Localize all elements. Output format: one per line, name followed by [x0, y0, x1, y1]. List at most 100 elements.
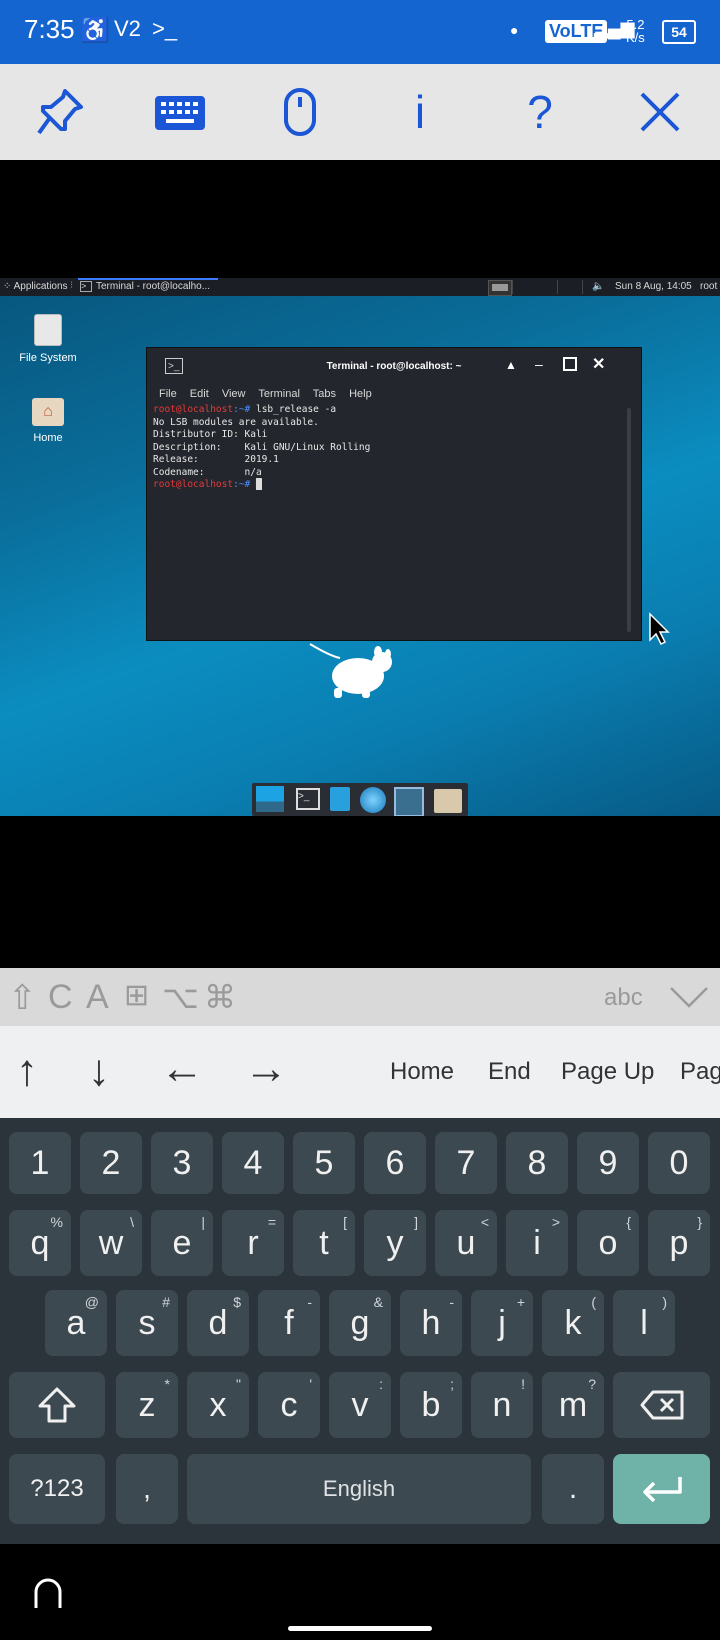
filesystem-label: File System: [19, 352, 77, 364]
key-c[interactable]: c ': [258, 1372, 320, 1438]
dock-files-button[interactable]: [330, 787, 350, 811]
key-l[interactable]: l): [613, 1290, 675, 1356]
key-x[interactable]: x ": [187, 1372, 249, 1438]
menu-help[interactable]: Help: [349, 388, 372, 400]
remote-desktop[interactable]: ⁘ Applications ⁝ > Terminal - root@local…: [0, 278, 720, 816]
key-w[interactable]: w \: [80, 1210, 142, 1276]
backspace-key[interactable]: [613, 1372, 710, 1438]
ctrl-modifier-key[interactable]: C: [48, 978, 73, 1017]
menu-view[interactable]: View: [222, 388, 246, 400]
key-d[interactable]: d $: [187, 1290, 249, 1356]
key-g[interactable]: g &: [329, 1290, 391, 1356]
key-i[interactable]: i >: [506, 1210, 568, 1276]
panel-clock[interactable]: Sun 8 Aug, 14:05: [615, 281, 692, 292]
shift-modifier-key[interactable]: ⇧: [8, 978, 37, 1018]
desktop-icon-home[interactable]: ⌂ Home: [18, 398, 78, 444]
show-desktop-button[interactable]: [256, 786, 284, 812]
enter-key[interactable]: [613, 1454, 710, 1524]
panel-user[interactable]: root: [700, 281, 717, 292]
page-down-key[interactable]: Page Down: [680, 1058, 720, 1085]
info-button[interactable]: i: [390, 84, 450, 140]
key-q[interactable]: q%: [9, 1210, 71, 1276]
menu-file[interactable]: File: [159, 388, 177, 400]
help-button[interactable]: ?: [510, 84, 570, 140]
key-s[interactable]: s #: [116, 1290, 178, 1356]
key-0[interactable]: 0: [648, 1132, 710, 1194]
option-modifier-key[interactable]: ⌥: [162, 978, 199, 1016]
terminal-scrollbar[interactable]: [627, 408, 631, 632]
key-u[interactable]: u <: [435, 1210, 497, 1276]
key-m[interactable]: m?: [542, 1372, 604, 1438]
key-h[interactable]: h-: [400, 1290, 462, 1356]
keyboard-button[interactable]: [150, 84, 210, 140]
dock-folder-button[interactable]: [434, 789, 462, 813]
page-up-key[interactable]: Page Up: [561, 1058, 654, 1086]
arrow-right-key[interactable]: →: [244, 1044, 288, 1094]
symbols-key[interactable]: ?123: [9, 1454, 105, 1524]
home-key[interactable]: Home: [390, 1058, 454, 1086]
windows-modifier-key[interactable]: ⊞: [124, 978, 149, 1013]
abc-toggle[interactable]: abc: [604, 984, 643, 1012]
desktop-icon-filesystem[interactable]: File System: [18, 314, 78, 364]
period-key[interactable]: .: [542, 1454, 604, 1524]
key-1[interactable]: 1: [9, 1132, 71, 1194]
space-key[interactable]: English: [187, 1454, 531, 1524]
close-window-button[interactable]: ✕: [592, 354, 605, 374]
key-v[interactable]: v:: [329, 1372, 391, 1438]
key-t[interactable]: t[: [293, 1210, 355, 1276]
workspace-1[interactable]: [488, 280, 512, 296]
shade-button[interactable]: ▲: [505, 358, 517, 372]
arrow-up-key[interactable]: ↑: [16, 1046, 38, 1096]
dock-browser-button[interactable]: [360, 787, 386, 813]
key-label: s: [138, 1303, 156, 1342]
end-key[interactable]: End: [488, 1058, 531, 1086]
arrow-left-key[interactable]: ←: [160, 1044, 204, 1094]
command-modifier-key[interactable]: ⌘: [204, 978, 236, 1016]
menu-tabs[interactable]: Tabs: [313, 388, 336, 400]
comma-key[interactable]: ,: [116, 1454, 178, 1524]
key-z[interactable]: z *: [116, 1372, 178, 1438]
key-f[interactable]: f-: [258, 1290, 320, 1356]
dock-terminal-button[interactable]: >_: [296, 788, 320, 810]
vnc-toolbar: i ?: [0, 64, 720, 160]
key-9[interactable]: 9: [577, 1132, 639, 1194]
alt-modifier-key[interactable]: A: [86, 978, 109, 1017]
keyboard-switch-icon[interactable]: [32, 1578, 64, 1610]
maximize-button[interactable]: [563, 357, 577, 371]
key-5[interactable]: 5: [293, 1132, 355, 1194]
mouse-button[interactable]: [270, 84, 330, 140]
key-4[interactable]: 4: [222, 1132, 284, 1194]
key-o[interactable]: o{: [577, 1210, 639, 1276]
shift-key[interactable]: [9, 1372, 105, 1438]
key-b[interactable]: b;: [400, 1372, 462, 1438]
key-a[interactable]: a @: [45, 1290, 107, 1356]
key-k[interactable]: k(: [542, 1290, 604, 1356]
dock-search-button[interactable]: [394, 787, 424, 816]
minimize-button[interactable]: –: [535, 356, 543, 372]
key-j[interactable]: j +: [471, 1290, 533, 1356]
volume-icon[interactable]: 🔈: [592, 281, 604, 292]
terminal-window[interactable]: >_ Terminal - root@localhost: ~ ▲ – ✕ Fi…: [146, 347, 642, 641]
applications-menu[interactable]: ⁘ Applications: [3, 281, 68, 292]
terminal-output[interactable]: root@localhost:~# lsb_release -a No LSB …: [153, 404, 370, 492]
key-r[interactable]: r =: [222, 1210, 284, 1276]
menu-edit[interactable]: Edit: [190, 388, 209, 400]
key-p[interactable]: p}: [648, 1210, 710, 1276]
collapse-chevron-icon[interactable]: [668, 984, 710, 1010]
key-7[interactable]: 7: [435, 1132, 497, 1194]
key-8[interactable]: 8: [506, 1132, 568, 1194]
menu-terminal[interactable]: Terminal: [258, 388, 300, 400]
key-2[interactable]: 2: [80, 1132, 142, 1194]
close-button[interactable]: [630, 84, 690, 140]
home-gesture-bar[interactable]: [288, 1626, 432, 1631]
key-3[interactable]: 3: [151, 1132, 213, 1194]
key-y[interactable]: y]: [364, 1210, 426, 1276]
pin-button[interactable]: [30, 84, 90, 140]
workspace-3[interactable]: [558, 280, 583, 294]
key-6[interactable]: 6: [364, 1132, 426, 1194]
arrow-down-key[interactable]: ↓: [88, 1046, 110, 1096]
key-e[interactable]: e |: [151, 1210, 213, 1276]
taskbar-terminal[interactable]: > Terminal - root@localho...: [78, 278, 218, 296]
key-n[interactable]: n!: [471, 1372, 533, 1438]
workspace-2[interactable]: [512, 280, 558, 294]
